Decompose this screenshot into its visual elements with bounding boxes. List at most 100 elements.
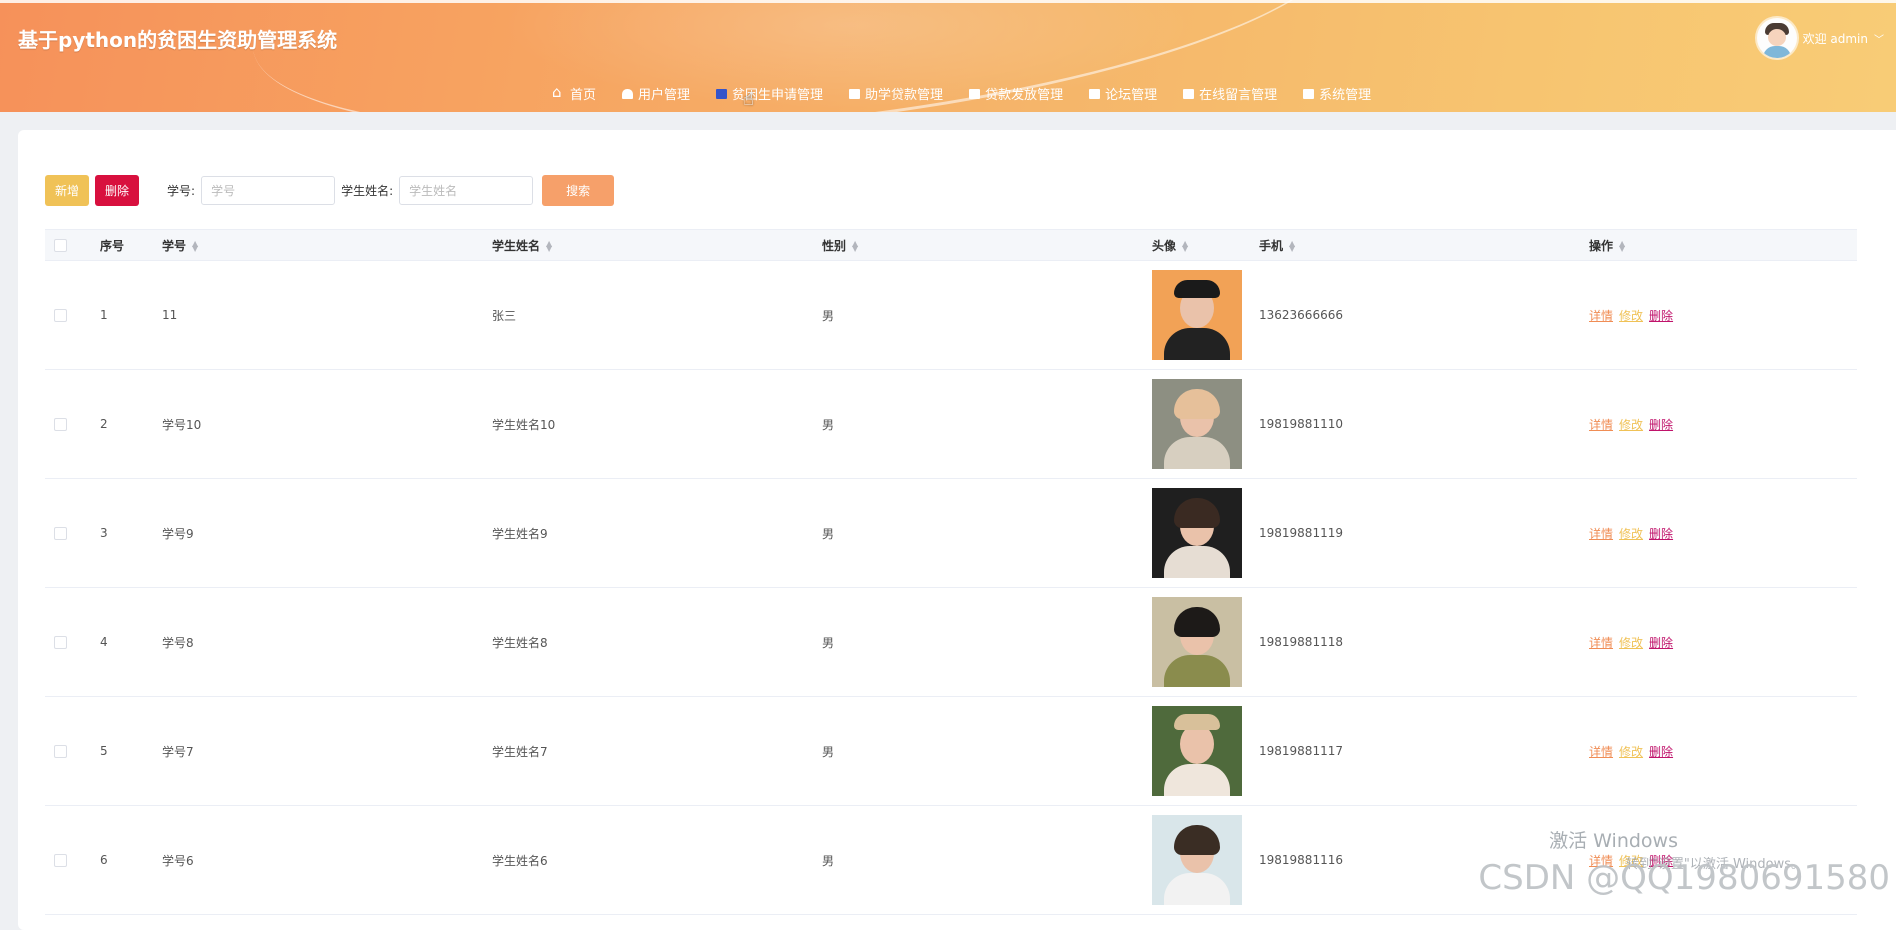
table-row: 3 学号9 学生姓名9 男 19819881119 详情 修改 删除 bbox=[45, 478, 1857, 588]
nav-item-student-loan[interactable]: 助学贷款管理 bbox=[836, 84, 956, 103]
student-name-input[interactable] bbox=[399, 176, 534, 205]
student-photo bbox=[1152, 597, 1242, 687]
sort-icon[interactable]: ▲ ▼ bbox=[852, 240, 858, 253]
row-phone: 13623666666 bbox=[1259, 260, 1589, 370]
nav-item-label: 在线留言管理 bbox=[1199, 88, 1278, 103]
add-button[interactable]: 新增 bbox=[45, 175, 90, 206]
row-index: 5 bbox=[100, 696, 162, 806]
nav-item-forum[interactable]: 论坛管理 bbox=[1076, 84, 1170, 103]
row-checkbox[interactable] bbox=[54, 418, 67, 431]
detail-link[interactable]: 详情 bbox=[1589, 418, 1613, 432]
folder-icon bbox=[1089, 88, 1101, 99]
student-id-label: 学号: bbox=[167, 184, 196, 198]
nav-item-label: 用户管理 bbox=[638, 88, 691, 103]
row-student-id: 学号8 bbox=[162, 587, 492, 697]
nav-item-poor-student-application[interactable]: 贫困生申请管理 bbox=[703, 84, 836, 103]
select-all-checkbox-cell[interactable] bbox=[45, 229, 100, 261]
row-index: 6 bbox=[100, 805, 162, 915]
delete-link[interactable]: 删除 bbox=[1649, 418, 1673, 432]
edit-link[interactable]: 修改 bbox=[1619, 527, 1643, 541]
nav-item-label: 贷款发放管理 bbox=[985, 88, 1064, 103]
column-header-student-id[interactable]: 学号 ▲ ▼ bbox=[162, 229, 492, 261]
sort-icon[interactable]: ▲ ▼ bbox=[192, 240, 198, 253]
user-menu[interactable]: 欢迎 admin ﹀ bbox=[1756, 18, 1884, 58]
detail-link[interactable]: 详情 bbox=[1589, 745, 1613, 759]
row-checkbox[interactable] bbox=[54, 636, 67, 649]
select-all-checkbox[interactable] bbox=[54, 239, 67, 252]
edit-link[interactable]: 修改 bbox=[1619, 745, 1643, 759]
main-nav: 首页 用户管理 贫困生申请管理 助学贷款管理 贷款发放管理 论坛管理 在线留言管… bbox=[540, 83, 1384, 103]
edit-link[interactable]: 修改 bbox=[1619, 309, 1643, 323]
detail-link[interactable]: 详情 bbox=[1589, 636, 1613, 650]
nav-item-label: 系统管理 bbox=[1319, 88, 1372, 103]
edit-link[interactable]: 修改 bbox=[1619, 636, 1643, 650]
row-index: 3 bbox=[100, 478, 162, 588]
delete-link[interactable]: 删除 bbox=[1649, 309, 1673, 323]
lock-icon bbox=[622, 88, 634, 99]
user-greeting[interactable]: 欢迎 admin bbox=[1803, 30, 1868, 47]
nav-item-label: 首页 bbox=[570, 88, 597, 103]
chevron-down-icon[interactable]: ﹀ bbox=[1874, 31, 1884, 46]
top-header: 基于python的贫困生资助管理系统 欢迎 admin ﹀ 首页 用户管理 贫困… bbox=[0, 0, 1896, 112]
user-avatar[interactable] bbox=[1756, 18, 1797, 58]
app-title: 基于python的贫困生资助管理系统 bbox=[18, 28, 338, 52]
row-phone: 19819881118 bbox=[1259, 587, 1589, 697]
hand-cursor-icon: ☝ bbox=[743, 89, 754, 110]
student-table: 序号 学号 ▲ ▼ 学生姓名 ▲ ▼ 性别 ▲ ▼ 头像 ▲ ▼ 手机 ▲ ▼ 操作 ▲ ▼ 1 11 … bbox=[45, 229, 1857, 915]
delete-link[interactable]: 删除 bbox=[1649, 636, 1673, 650]
nav-item-system[interactable]: 系统管理 bbox=[1290, 84, 1384, 103]
row-actions: 详情 修改 删除 bbox=[1589, 478, 1857, 588]
row-student-name: 学生姓名10 bbox=[492, 369, 822, 479]
column-header-gender[interactable]: 性别 ▲ ▼ bbox=[822, 229, 1152, 261]
sort-icon[interactable]: ▲ ▼ bbox=[1619, 240, 1625, 253]
batch-delete-button[interactable]: 删除 bbox=[95, 175, 140, 206]
detail-link[interactable]: 详情 bbox=[1589, 309, 1613, 323]
nav-item-users[interactable]: 用户管理 bbox=[609, 84, 703, 103]
column-header-actions[interactable]: 操作 ▲ ▼ bbox=[1589, 229, 1857, 261]
sort-icon[interactable]: ▲ ▼ bbox=[546, 240, 552, 253]
toolbar: 新增 删除 学号: 学生姓名: 搜索 bbox=[45, 175, 615, 206]
row-checkbox[interactable] bbox=[54, 527, 67, 540]
row-student-id: 学号9 bbox=[162, 478, 492, 588]
sort-icon[interactable]: ▲ ▼ bbox=[1289, 240, 1295, 253]
student-photo bbox=[1152, 270, 1242, 360]
row-actions: 详情 修改 删除 bbox=[1589, 696, 1857, 806]
row-gender: 男 bbox=[822, 696, 1152, 806]
row-phone: 19819881119 bbox=[1259, 478, 1589, 588]
student-id-input[interactable] bbox=[201, 176, 336, 205]
row-gender: 男 bbox=[822, 369, 1152, 479]
column-header-avatar[interactable]: 头像 ▲ ▼ bbox=[1152, 229, 1259, 261]
nav-item-messages[interactable]: 在线留言管理 bbox=[1170, 84, 1290, 103]
detail-link[interactable]: 详情 bbox=[1589, 527, 1613, 541]
sort-icon[interactable]: ▲ ▼ bbox=[1182, 240, 1188, 253]
row-student-id: 学号10 bbox=[162, 369, 492, 479]
table-row: 2 学号10 学生姓名10 男 19819881110 详情 修改 删除 bbox=[45, 369, 1857, 479]
row-student-name: 学生姓名9 bbox=[492, 478, 822, 588]
student-photo bbox=[1152, 815, 1242, 905]
row-checkbox[interactable] bbox=[54, 309, 67, 322]
row-phone: 19819881110 bbox=[1259, 369, 1589, 479]
row-student-name: 张三 bbox=[492, 260, 822, 370]
row-gender: 男 bbox=[822, 260, 1152, 370]
row-checkbox[interactable] bbox=[54, 854, 67, 867]
delete-link[interactable]: 删除 bbox=[1649, 527, 1673, 541]
search-button[interactable]: 搜索 bbox=[542, 175, 615, 206]
nav-item-loan-disbursement[interactable]: 贷款发放管理 bbox=[956, 84, 1076, 103]
folder-icon bbox=[849, 88, 861, 99]
row-phone: 19819881117 bbox=[1259, 696, 1589, 806]
column-header-index: 序号 bbox=[100, 229, 162, 261]
table-row: 1 11 张三 男 13623666666 详情 修改 删除 bbox=[45, 260, 1857, 370]
column-header-student-name[interactable]: 学生姓名 ▲ ▼ bbox=[492, 229, 822, 261]
row-index: 2 bbox=[100, 369, 162, 479]
row-student-name: 学生姓名7 bbox=[492, 696, 822, 806]
row-gender: 男 bbox=[822, 478, 1152, 588]
row-student-name: 学生姓名8 bbox=[492, 587, 822, 697]
delete-link[interactable]: 删除 bbox=[1649, 745, 1673, 759]
row-gender: 男 bbox=[822, 805, 1152, 915]
student-name-label: 学生姓名: bbox=[341, 184, 394, 198]
edit-link[interactable]: 修改 bbox=[1619, 418, 1643, 432]
row-student-id: 学号7 bbox=[162, 696, 492, 806]
row-checkbox[interactable] bbox=[54, 745, 67, 758]
column-header-phone[interactable]: 手机 ▲ ▼ bbox=[1259, 229, 1589, 261]
nav-item-home[interactable]: 首页 bbox=[540, 83, 609, 103]
